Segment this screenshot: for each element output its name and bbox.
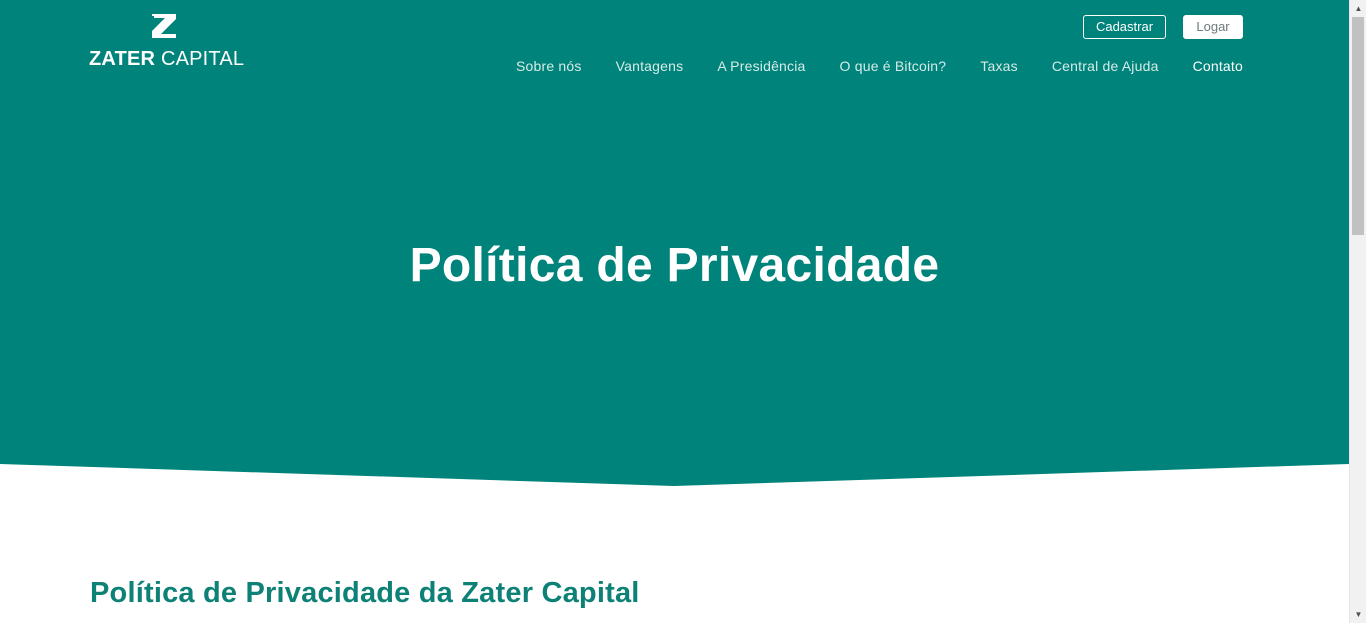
logo-bold-text: ZATER <box>89 48 156 70</box>
page-viewport: ZATER CAPITAL Cadastrar Logar Sobre nós … <box>0 0 1349 623</box>
logo[interactable]: ZATER CAPITAL <box>89 14 249 70</box>
vertical-scrollbar[interactable]: ▲ ▼ <box>1349 0 1366 623</box>
z-mark-icon <box>152 14 176 38</box>
scrollbar-thumb[interactable] <box>1352 17 1364 235</box>
nav-item-sobre-nos[interactable]: Sobre nós <box>516 56 582 76</box>
nav-item-vantagens[interactable]: Vantagens <box>616 56 684 76</box>
nav-item-bitcoin[interactable]: O que é Bitcoin? <box>840 56 947 76</box>
section-title: Política de Privacidade da Zater Capital <box>90 577 640 609</box>
scroll-up-arrow-icon[interactable]: ▲ <box>1350 0 1366 17</box>
scroll-down-arrow-icon[interactable]: ▼ <box>1350 606 1366 623</box>
nav-item-taxas[interactable]: Taxas <box>980 56 1018 76</box>
main-nav: Sobre nós Vantagens A Presidência O que … <box>516 55 1243 77</box>
nav-item-presidencia[interactable]: A Presidência <box>717 56 805 76</box>
signup-button[interactable]: Cadastrar <box>1083 15 1166 39</box>
logo-text: ZATER CAPITAL <box>89 48 244 70</box>
page-title: Política de Privacidade <box>409 239 940 292</box>
nav-item-central-de-ajuda[interactable]: Central de Ajuda <box>1052 56 1159 76</box>
logo-light-text: CAPITAL <box>160 48 245 70</box>
nav-item-contato[interactable]: Contato <box>1193 56 1243 76</box>
hero-banner: ZATER CAPITAL Cadastrar Logar Sobre nós … <box>0 0 1349 486</box>
login-button[interactable]: Logar <box>1183 15 1243 39</box>
